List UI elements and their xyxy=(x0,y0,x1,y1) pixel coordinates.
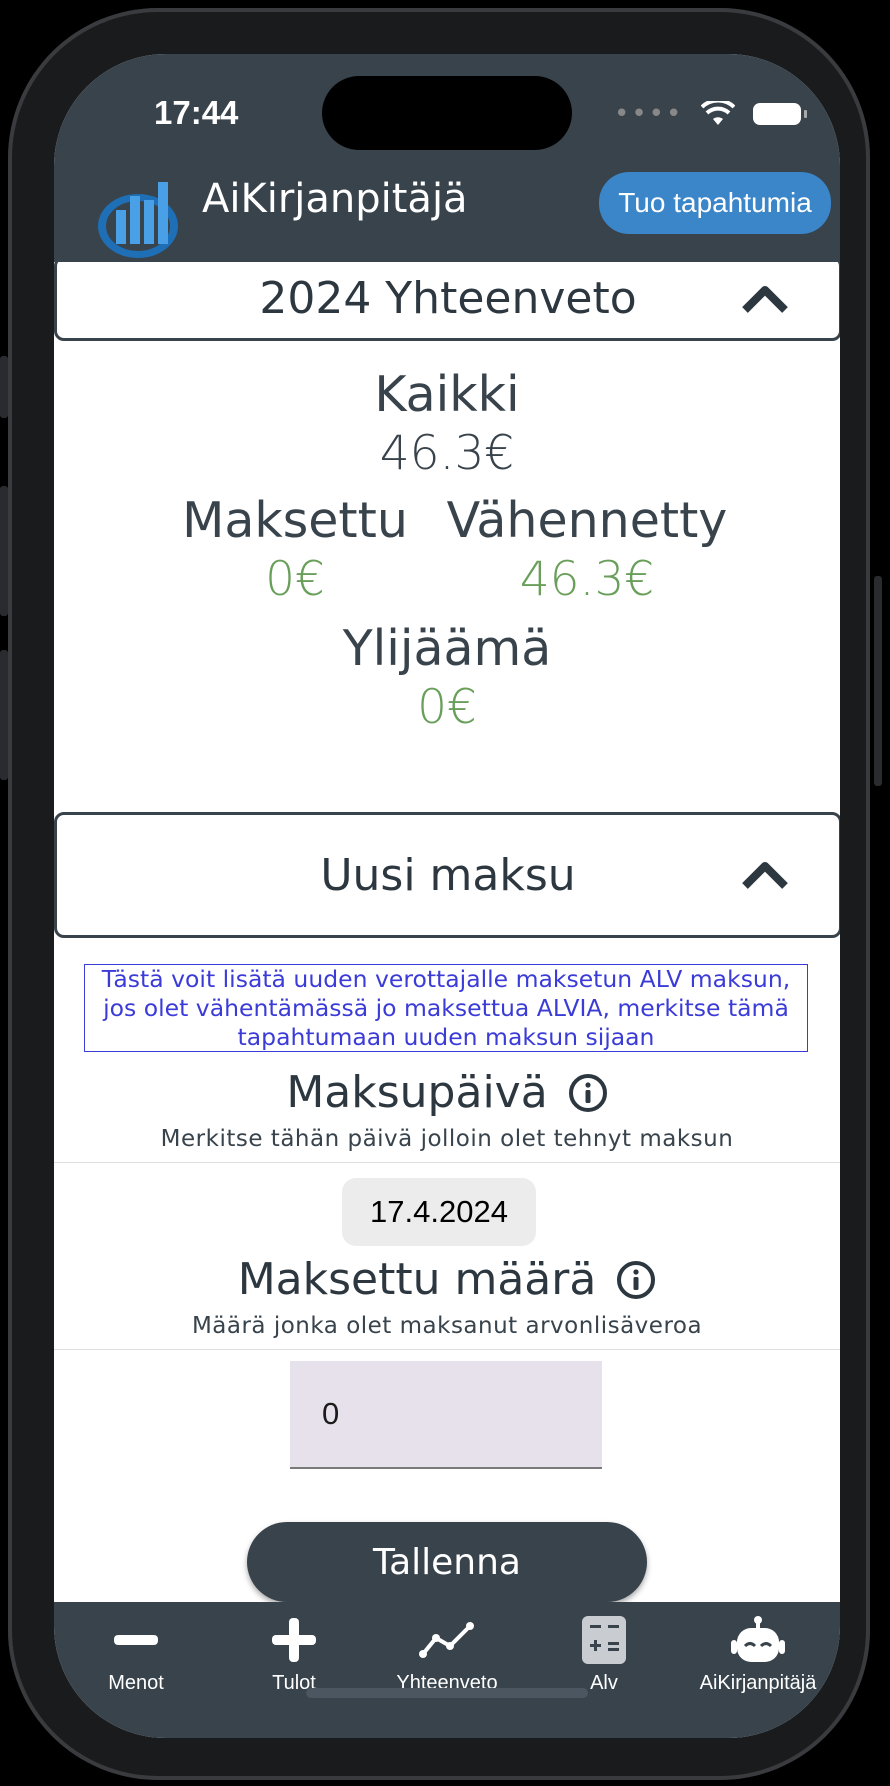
wifi-icon xyxy=(701,101,736,125)
payment-date-label: Maksupäivä xyxy=(286,1067,548,1118)
tab-label: Menot xyxy=(108,1672,164,1694)
tab-menot[interactable]: Menot xyxy=(66,1616,206,1695)
paid-amount-label: Maksettu määrä xyxy=(237,1254,597,1305)
app-logo-icon xyxy=(98,182,178,258)
divider xyxy=(54,1349,840,1350)
chevron-up-icon[interactable] xyxy=(741,284,789,314)
deducted-value: 46.3€ xyxy=(519,552,655,607)
save-button[interactable]: Tallenna xyxy=(247,1522,647,1602)
app-title: AiKirjanpitäjä xyxy=(202,176,468,222)
tab-yhteenveto[interactable]: Yhteenveto xyxy=(377,1616,517,1695)
new-payment-section-header[interactable]: Uusi maksu xyxy=(54,812,840,938)
tab-label: AiKirjanpitäjä xyxy=(699,1672,817,1694)
app-header: 17:44 •••• AiKirjanpitäjä Tuo tapahtumia xyxy=(54,54,840,262)
plus-icon xyxy=(272,1618,316,1662)
paid-amount-label-row: Maksettu määrä xyxy=(54,1254,840,1305)
paid-amount-hint: Määrä jonka olet maksanut arvonlisäveroa xyxy=(191,1313,703,1339)
paid-amount-input[interactable]: 0 xyxy=(290,1361,602,1469)
note-line: tapahtumaan uuden maksun sijaan xyxy=(237,1023,655,1051)
status-time: 17:44 xyxy=(154,94,239,131)
tab-tulot[interactable]: Tulot xyxy=(224,1616,364,1695)
all-value: 46.3€ xyxy=(379,426,515,481)
home-indicator[interactable] xyxy=(306,1688,588,1698)
info-icon[interactable] xyxy=(568,1073,608,1113)
deducted-label: Vähennetty xyxy=(446,492,728,549)
battery-icon xyxy=(753,103,808,125)
calculator-icon xyxy=(582,1616,626,1664)
payment-date-picker[interactable]: 17.4.2024 xyxy=(342,1178,536,1246)
minus-icon xyxy=(114,1635,158,1645)
payment-date-label-row: Maksupäivä xyxy=(54,1067,840,1118)
phone-frame: 17:44 •••• AiKirjanpitäjä Tuo tapahtumia… xyxy=(8,8,870,1780)
status-icons: •••• xyxy=(614,96,808,132)
bottom-tab-bar: Menot Tulot Yhteenveto Alv AiKirjanpitäj… xyxy=(54,1602,840,1738)
note-line: jos olet vähentämässä jo maksettua ALVIA… xyxy=(103,994,789,1022)
payment-date-hint: Merkitse tähän päivä jolloin olet tehnyt… xyxy=(160,1126,734,1152)
tab-alv[interactable]: Alv xyxy=(534,1616,674,1695)
summary-section-header[interactable]: 2024 Yhteenveto xyxy=(54,262,840,341)
summary-title: 2024 Yhteenveto xyxy=(259,273,637,324)
surplus-label: Ylijäämä xyxy=(342,620,552,677)
robot-icon xyxy=(731,1616,785,1662)
line-chart-icon xyxy=(419,1622,474,1658)
info-icon[interactable] xyxy=(616,1260,656,1300)
surplus-value: 0€ xyxy=(417,680,477,735)
main-content: 2024 Yhteenveto Kaikki 46.3€ Maksettu 0€… xyxy=(54,262,840,1602)
dynamic-island xyxy=(322,76,572,150)
tab-aikirjanpitaja[interactable]: AiKirjanpitäjä xyxy=(688,1616,828,1695)
new-payment-info-note: Tästä voit lisätä uuden verottajalle mak… xyxy=(84,964,808,1052)
divider xyxy=(54,1162,840,1163)
import-transactions-button[interactable]: Tuo tapahtumia xyxy=(599,172,831,234)
note-line: Tästä voit lisätä uuden verottajalle mak… xyxy=(101,965,791,993)
chevron-up-icon[interactable] xyxy=(741,860,789,890)
screen: 17:44 •••• AiKirjanpitäjä Tuo tapahtumia… xyxy=(54,54,840,1738)
new-payment-title: Uusi maksu xyxy=(320,849,576,901)
tab-label: Alv xyxy=(590,1672,618,1694)
all-label: Kaikki xyxy=(374,366,520,423)
signal-icon: •••• xyxy=(614,99,684,129)
